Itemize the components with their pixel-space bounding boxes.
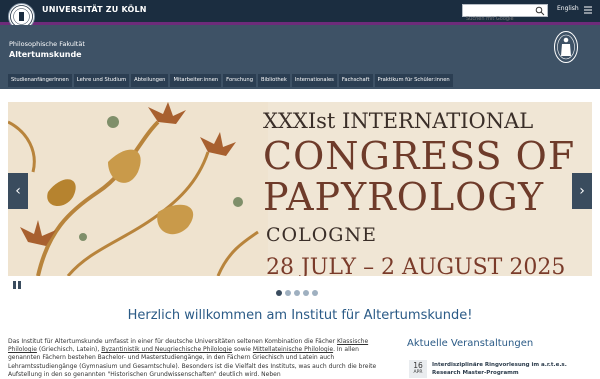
language-switch[interactable]: English xyxy=(557,5,579,12)
nav-item-forschung[interactable]: Forschung xyxy=(223,74,256,87)
nav-item-bibliothek[interactable]: Bibliothek xyxy=(258,74,290,87)
main-navigation: StudienanfängerInnen Lehre und Studium A… xyxy=(8,74,453,87)
intro-text-part-3: sowie xyxy=(233,346,251,354)
floral-ornament xyxy=(8,102,268,276)
university-name[interactable]: UNIVERSITÄT ZU KÖLN xyxy=(42,5,147,14)
link-mittellateinische-philologie[interactable]: Mittellateinische Philologie xyxy=(253,346,333,353)
slider-dot-5[interactable] xyxy=(312,290,318,296)
slide-line-4: COLOGNE xyxy=(266,224,377,246)
slider-dot-1[interactable] xyxy=(276,290,282,296)
intro-text-part-2: (Griechisch, Latein), xyxy=(38,346,100,354)
slide-line-5: 28 JULY – 2 AUGUST 2025 xyxy=(266,255,566,276)
institute-name[interactable]: Altertumskunde xyxy=(9,50,82,59)
nav-item-abteilungen[interactable]: Abteilungen xyxy=(131,74,169,87)
nav-item-praktikum[interactable]: Praktikum für Schüler:innen xyxy=(374,74,453,87)
slider-dot-3[interactable] xyxy=(294,290,300,296)
event-month: APR xyxy=(413,370,423,375)
slider-dots xyxy=(276,290,318,296)
faculty-name[interactable]: Philosophische Fakultät xyxy=(9,40,85,48)
event-date-badge: 16 APR xyxy=(409,360,427,378)
search-input[interactable] xyxy=(463,13,533,25)
nav-item-mitarbeiter[interactable]: Mitarbeiter:innen xyxy=(170,74,222,87)
nav-item-fachschaft[interactable]: Fachschaft xyxy=(338,74,373,87)
link-byzantinistik[interactable]: Byzantinistik und Neugriechische Philolo… xyxy=(101,346,232,353)
search-box[interactable] xyxy=(462,4,548,25)
slide-line-1: XXXIst INTERNATIONAL xyxy=(263,109,534,133)
intro-text-part-1: Das Institut für Altertumskunde umfasst … xyxy=(8,338,336,345)
slide-line-2: CONGRESS OF xyxy=(263,134,576,178)
menu-icon[interactable] xyxy=(584,6,592,14)
intro-text: Das Institut für Altertumskunde umfasst … xyxy=(8,338,384,379)
pause-icon[interactable] xyxy=(12,280,22,290)
slider-next-button[interactable]: › xyxy=(572,173,592,209)
welcome-heading: Herzlich willkommen am Institut für Alte… xyxy=(127,308,473,323)
hero-slide[interactable]: XXXIst INTERNATIONAL CONGRESS OF PAPYROL… xyxy=(8,102,592,276)
slider-dot-4[interactable] xyxy=(303,290,309,296)
event-day: 16 xyxy=(413,361,423,370)
nav-item-lehre-und-studium[interactable]: Lehre und Studium xyxy=(73,74,130,87)
search-icon[interactable] xyxy=(535,6,545,16)
slider-dot-2[interactable] xyxy=(285,290,291,296)
nav-item-studienanfaenger[interactable]: StudienanfängerInnen xyxy=(8,74,72,87)
slider-prev-button[interactable]: ‹ xyxy=(8,173,28,209)
nav-item-internationales[interactable]: Internationales xyxy=(291,74,337,87)
faculty-seal-icon xyxy=(554,31,578,63)
slide-line-3: PAPYROLOGY xyxy=(263,175,545,219)
events-heading: Aktuelle Veranstaltungen xyxy=(407,338,534,349)
